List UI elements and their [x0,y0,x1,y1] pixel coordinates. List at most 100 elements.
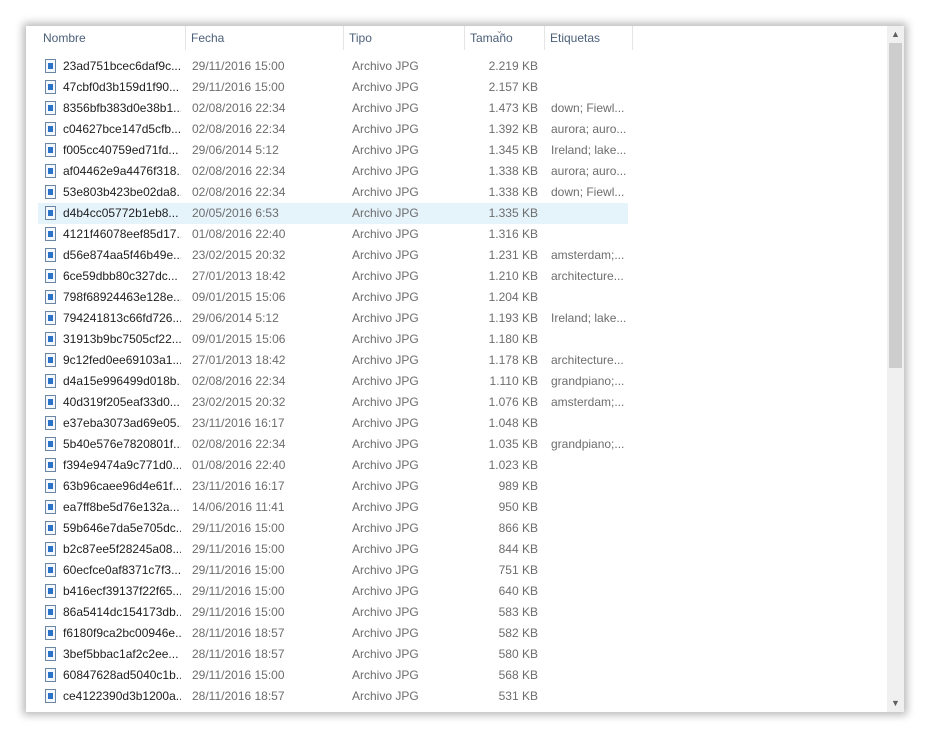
file-name[interactable]: d56e874aa5f46b49e... [63,245,181,266]
file-type: Archivo JPG [352,59,419,73]
file-row[interactable]: 4121f46078eef85d17... 01/08/2016 22:40 Arc… [26,224,886,245]
file-row[interactable]: 23ad751bcec6daf9c... 29/11/2016 15:00 Arch… [26,56,886,77]
scroll-down-arrow-icon[interactable]: ▼ [887,695,904,712]
file-row[interactable]: 31913b9bc7505cf22... 09/01/2015 15:06 Arch… [26,329,886,350]
file-size: 1.231 KB [488,248,538,262]
file-size: 1.338 KB [488,164,538,178]
file-row[interactable]: 60ecfce0af8371c7f3... 29/11/2016 15:00 Arc… [26,560,886,581]
file-row[interactable]: 3bef5bbac1af2c2ee... 28/11/2016 18:57 Arch… [26,644,886,665]
file-row[interactable]: f394e9474a9c771d0... 01/08/2016 22:40 Arch… [26,455,886,476]
file-row[interactable]: e37eba3073ad69e05... 23/11/2016 16:17 Arch… [26,413,886,434]
file-row[interactable]: 59b646e7da5e705dc... 29/11/2016 15:00 Arch… [26,518,886,539]
file-name[interactable]: b2c87ee5f28245a08... [63,539,181,560]
file-row[interactable]: af04462e9a4476f318... 02/08/2016 22:34 Arc… [26,161,886,182]
file-name[interactable]: 4121f46078eef85d17... [63,224,181,245]
file-name[interactable]: 59b646e7da5e705dc... [63,518,181,539]
file-row[interactable]: f6180f9ca2bc00946e... 28/11/2016 18:57 Arc… [26,623,886,644]
file-name[interactable]: 86a5414dc154173db... [63,602,181,623]
file-row[interactable]: 53e803b423be02da8... 02/08/2016 22:34 Arch… [26,182,886,203]
file-name[interactable]: 5b40e576e7820801f... [63,434,181,455]
file-type: Archivo JPG [352,395,419,409]
file-name[interactable]: af04462e9a4476f318... [63,161,181,182]
file-row[interactable]: 798f68924463e128e... 09/01/2015 15:06 Arch… [26,287,886,308]
jpg-file-icon [45,623,59,644]
file-name[interactable]: d4a15e996499d018b... [63,371,181,392]
file-name[interactable]: 60ecfce0af8371c7f3... [63,560,181,581]
file-size: 640 KB [498,584,538,598]
file-name[interactable]: b416ecf39137f22f65... [63,581,181,602]
vertical-scrollbar[interactable]: ▲ ▼ [887,26,904,712]
file-name[interactable]: ce4122390d3b1200a... [63,686,181,707]
file-size: 1.193 KB [488,311,538,325]
file-tags [551,518,631,539]
column-header-type[interactable]: Tipo [344,26,465,50]
file-name[interactable]: f005cc40759ed71fd... [63,140,181,161]
file-name[interactable]: f394e9474a9c771d0... [63,455,181,476]
file-name[interactable]: 794241813c66fd726... [63,308,181,329]
column-header-name[interactable]: Nombre [38,26,186,50]
file-row[interactable]: ce4122390d3b1200a... 28/11/2016 18:57 Arch… [26,686,886,707]
file-row[interactable]: ea7ff8be5d76e132a... 14/06/2016 11:41 Arch… [26,497,886,518]
jpg-file-icon [45,224,59,245]
file-name[interactable]: 9c12fed0ee69103a1... [63,350,181,371]
file-type: Archivo JPG [352,584,419,598]
file-name[interactable]: 40d319f205eaf33d0... [63,392,181,413]
file-row[interactable]: 8356bfb383d0e38b1... 02/08/2016 22:34 Arch… [26,98,886,119]
file-name[interactable]: 6ce59dbb80c327dc... [63,266,181,287]
file-name[interactable]: e37eba3073ad69e05... [63,413,181,434]
file-name[interactable]: 798f68924463e128e... [63,287,181,308]
file-row[interactable]: 5b40e576e7820801f... 02/08/2016 22:34 Arch… [26,434,886,455]
file-row[interactable]: 47cbf0d3b159d1f90... 29/11/2016 15:00 Arch… [26,77,886,98]
file-row[interactable]: 6ce59dbb80c327dc... 27/01/2013 18:42 Archi… [26,266,886,287]
file-name[interactable]: 3bef5bbac1af2c2ee... [63,644,181,665]
scrollbar-thumb[interactable] [889,43,902,368]
file-row[interactable]: 794241813c66fd726... 29/06/2014 5:12 Archi… [26,308,886,329]
file-name[interactable]: 8356bfb383d0e38b1... [63,98,181,119]
file-row[interactable]: 86a5414dc154173db... 29/11/2016 15:00 Arch… [26,602,886,623]
column-header-date[interactable]: Fecha [186,26,344,50]
file-row[interactable]: 9c12fed0ee69103a1... 27/01/2013 18:42 Arch… [26,350,886,371]
file-name[interactable]: 47cbf0d3b159d1f90... [63,77,181,98]
file-row[interactable]: b416ecf39137f22f65... 29/11/2016 15:00 Arc… [26,581,886,602]
file-name[interactable]: ea7ff8be5d76e132a... [63,497,181,518]
file-date: 02/08/2016 22:34 [192,101,286,115]
file-tags [551,623,631,644]
scroll-up-arrow-icon[interactable]: ▲ [887,26,904,43]
file-row[interactable]: f005cc40759ed71fd... 29/06/2014 5:12 Archi… [26,140,886,161]
file-name[interactable]: 53e803b423be02da8... [63,182,181,203]
file-type: Archivo JPG [352,122,419,136]
file-row[interactable]: b2c87ee5f28245a08... 29/11/2016 15:00 Arch… [26,539,886,560]
file-tags [551,665,631,686]
file-type: Archivo JPG [352,269,419,283]
file-row[interactable]: d4a15e996499d018b... 02/08/2016 22:34 Arch… [26,371,886,392]
file-date: 29/11/2016 15:00 [192,605,285,619]
file-tags [551,686,631,707]
file-name[interactable]: 23ad751bcec6daf9c... [63,56,181,77]
column-header-tags[interactable]: Etiquetas [545,26,633,50]
file-type: Archivo JPG [352,353,419,367]
file-size: 1.204 KB [488,290,538,304]
file-row[interactable]: 60847628ad5040c1b... 29/11/2016 15:00 Arch… [26,665,886,686]
file-row[interactable]: d4b4cc05772b1eb8... 20/05/2016 6:53 Archiv… [26,203,886,224]
file-name[interactable]: 31913b9bc7505cf22... [63,329,181,350]
file-name[interactable]: 60847628ad5040c1b... [63,665,181,686]
column-header-size-wrap[interactable]: ⌄ Tamaño [465,26,545,50]
file-name[interactable]: 63b96caee96d4e61f... [63,476,181,497]
jpg-file-icon [45,455,59,476]
file-name[interactable]: f6180f9ca2bc00946e... [63,623,181,644]
file-name[interactable]: c04627bce147d5cfb... [63,119,181,140]
file-row[interactable]: 63b96caee96d4e61f... 23/11/2016 16:17 Arch… [26,476,886,497]
file-date: 23/11/2016 16:17 [192,479,285,493]
file-row[interactable]: d56e874aa5f46b49e... 23/02/2015 20:32 Arch… [26,245,886,266]
jpg-file-icon [45,686,59,707]
file-type: Archivo JPG [352,143,419,157]
file-tags: down; Fiewl... [551,185,625,199]
file-name[interactable]: d4b4cc05772b1eb8... [63,203,181,224]
file-type: Archivo JPG [352,227,419,241]
file-row[interactable]: 40d319f205eaf33d0... 23/02/2015 20:32 Arch… [26,392,886,413]
jpg-file-icon [45,287,59,308]
file-tags: architecture... [551,269,624,283]
jpg-file-icon [45,203,59,224]
file-date: 28/11/2016 18:57 [192,626,285,640]
file-row[interactable]: c04627bce147d5cfb... 02/08/2016 22:34 Arch… [26,119,886,140]
